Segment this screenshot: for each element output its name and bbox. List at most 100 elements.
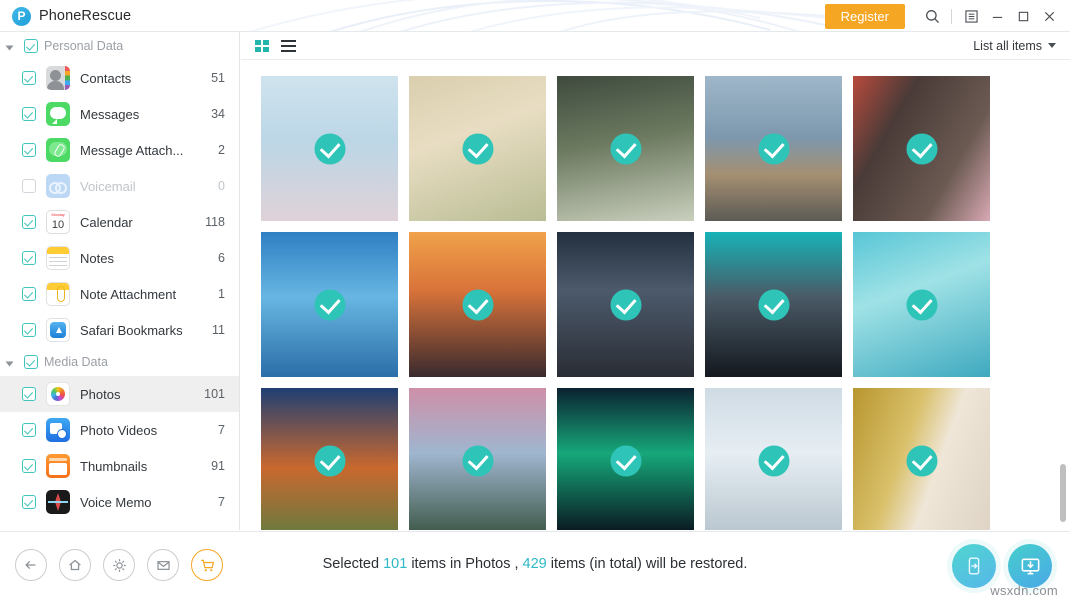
item-checkbox[interactable] (22, 107, 36, 121)
sidebar-item-count: 6 (218, 251, 225, 265)
item-checkbox[interactable] (22, 323, 36, 337)
group-label: Personal Data (44, 39, 124, 53)
vertical-scrollbar[interactable] (1060, 60, 1066, 530)
sidebar-group-personal-data[interactable]: Personal Data (0, 32, 239, 60)
photo-thumbnail[interactable] (853, 76, 990, 221)
item-checkbox[interactable] (22, 495, 36, 509)
grid-view-icon[interactable] (255, 39, 269, 52)
item-checkbox[interactable] (22, 179, 36, 193)
sidebar-item-thumbnails[interactable]: Thumbnails 91 (0, 448, 239, 484)
photo-thumbnail[interactable] (409, 232, 546, 377)
item-checkbox[interactable] (22, 287, 36, 301)
photo-thumbnail[interactable] (557, 76, 694, 221)
restore-to-device-icon[interactable] (952, 544, 996, 588)
close-icon[interactable] (1036, 3, 1062, 29)
item-checkbox[interactable] (22, 215, 36, 229)
list-view-icon[interactable] (281, 39, 296, 52)
checkmark-badge-icon[interactable] (314, 289, 345, 320)
sidebar-item-photo-videos[interactable]: Photo Videos 7 (0, 412, 239, 448)
sidebar-item-voice-memo[interactable]: Voice Memo 7 (0, 484, 239, 520)
checkmark-badge-icon[interactable] (610, 289, 641, 320)
thumbnails-icon (46, 454, 70, 478)
sidebar-item-count: 7 (218, 495, 225, 509)
sidebar-item-label: Photos (80, 386, 121, 402)
filter-dropdown[interactable]: List all items (973, 39, 1056, 53)
photo-grid-scroll-area[interactable] (241, 60, 1070, 530)
photo-thumbnail[interactable] (853, 388, 990, 530)
item-checkbox[interactable] (22, 251, 36, 265)
checkmark-badge-icon[interactable] (758, 445, 789, 476)
checkmark-badge-icon[interactable] (906, 289, 937, 320)
sidebar-item-voicemail[interactable]: Voicemail 0 (0, 168, 239, 204)
sidebar-item-messages[interactable]: Messages 34 (0, 96, 239, 132)
photo-thumbnail[interactable] (261, 76, 398, 221)
photo-thumbnail[interactable] (557, 232, 694, 377)
photo-thumbnail[interactable] (409, 388, 546, 530)
photo-thumbnail[interactable] (261, 232, 398, 377)
group-checkbox[interactable] (24, 355, 38, 369)
voice-memo-icon (46, 490, 70, 514)
menu-icon[interactable] (958, 3, 984, 29)
sidebar-item-photos[interactable]: Photos 101 (0, 376, 239, 412)
voicemail-icon (46, 174, 70, 198)
checkmark-badge-icon[interactable] (758, 289, 789, 320)
chevron-down-icon[interactable] (8, 41, 18, 51)
chevron-down-icon[interactable] (8, 357, 18, 367)
item-checkbox[interactable] (22, 459, 36, 473)
photo-thumbnail[interactable] (557, 388, 694, 530)
item-checkbox[interactable] (22, 143, 36, 157)
photo-grid (261, 76, 990, 530)
checkmark-badge-icon[interactable] (314, 445, 345, 476)
sidebar-item-safari-bookmarks[interactable]: Safari Bookmarks 11 (0, 312, 239, 348)
checkmark-badge-icon[interactable] (758, 133, 789, 164)
minimize-icon[interactable] (984, 3, 1010, 29)
sidebar-item-count: 101 (204, 387, 225, 401)
checkmark-badge-icon[interactable] (314, 133, 345, 164)
sidebar-item-note-attachment[interactable]: Note Attachment 1 (0, 276, 239, 312)
checkmark-badge-icon[interactable] (906, 133, 937, 164)
selected-count: 101 (383, 556, 408, 572)
sidebar-item-contacts[interactable]: Contacts 51 (0, 60, 239, 96)
sidebar-item-message-attach[interactable]: Message Attach... 2 (0, 132, 239, 168)
checkmark-badge-icon[interactable] (462, 289, 493, 320)
photo-thumbnail[interactable] (409, 76, 546, 221)
message-attachment-icon (46, 138, 70, 162)
title-bar: P PhoneRescue Register (0, 0, 1070, 32)
sidebar-item-label: Messages (80, 106, 140, 122)
restore-to-computer-icon[interactable] (1008, 544, 1052, 588)
contacts-icon (46, 66, 70, 90)
checkmark-badge-icon[interactable] (610, 133, 641, 164)
sidebar-item-calendar[interactable]: Calendar 118 (0, 204, 239, 240)
sidebar-item-label: Photo Videos (80, 422, 158, 438)
item-checkbox[interactable] (22, 387, 36, 401)
bottom-action-bar: Selected 101 items in Photos , 429 items… (0, 531, 1070, 600)
sidebar-item-label: Voice Memo (80, 494, 152, 510)
photo-thumbnail[interactable] (705, 388, 842, 530)
photo-thumbnail[interactable] (261, 388, 398, 530)
photo-thumbnail[interactable] (853, 232, 990, 377)
total-count: 429 (522, 556, 547, 572)
sidebar-item-label: Safari Bookmarks (80, 322, 183, 338)
status-suffix: items (in total) will be restored. (550, 556, 748, 572)
photo-videos-icon (46, 418, 70, 442)
checkmark-badge-icon[interactable] (462, 133, 493, 164)
photo-thumbnail[interactable] (705, 76, 842, 221)
register-button[interactable]: Register (824, 3, 905, 29)
sidebar-item-notes[interactable]: Notes 6 (0, 240, 239, 276)
app-title: PhoneRescue (39, 8, 132, 24)
checkmark-badge-icon[interactable] (462, 445, 493, 476)
checkmark-badge-icon[interactable] (906, 445, 937, 476)
sidebar-group-media-data[interactable]: Media Data (0, 348, 239, 376)
checkmark-badge-icon[interactable] (610, 445, 641, 476)
photo-thumbnail[interactable] (705, 232, 842, 377)
item-checkbox[interactable] (22, 71, 36, 85)
group-checkbox[interactable] (24, 39, 38, 53)
toolbar-divider (951, 8, 952, 24)
sidebar-item-count: 91 (211, 459, 225, 473)
status-middle: items in Photos , (411, 556, 519, 572)
maximize-icon[interactable] (1010, 3, 1036, 29)
data-categories-sidebar[interactable]: Personal Data Contacts 51 Messages 34 Message… (0, 32, 240, 530)
scrollbar-thumb[interactable] (1060, 464, 1066, 522)
search-icon[interactable] (919, 3, 945, 29)
item-checkbox[interactable] (22, 423, 36, 437)
